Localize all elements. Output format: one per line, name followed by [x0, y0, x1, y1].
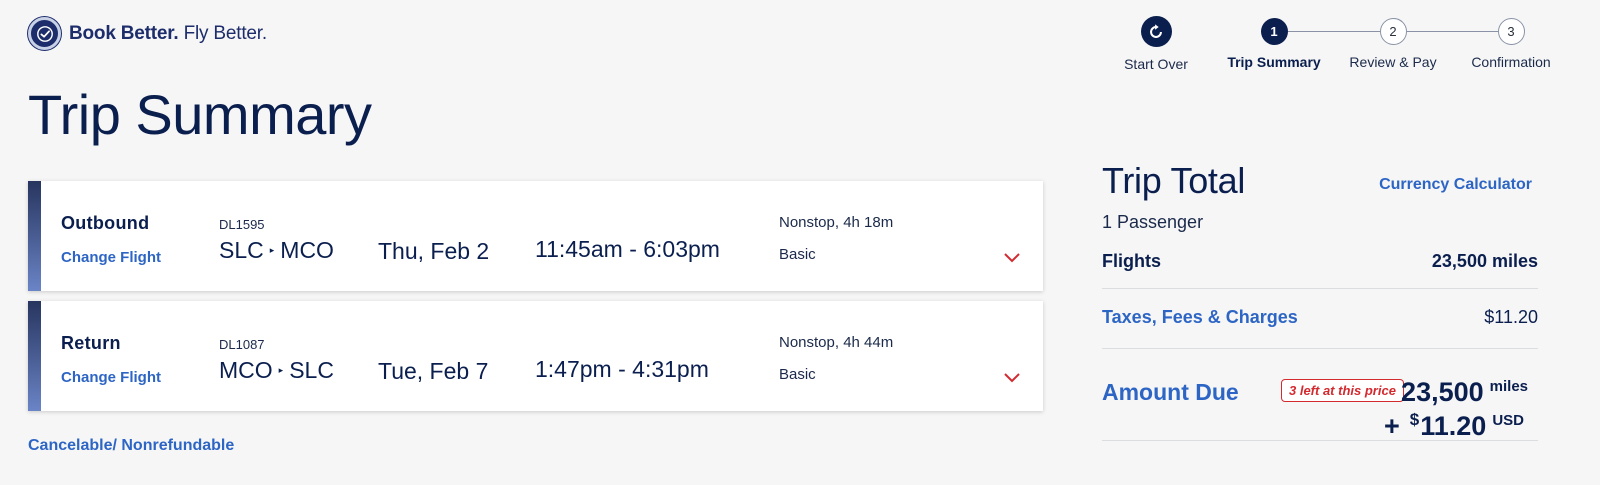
flight-number: DL1595: [219, 217, 265, 232]
amount-due-miles: 23,500 miles: [1401, 377, 1528, 408]
booking-stepper: Start Over 1 Trip Summary 2 Review & Pay…: [1100, 16, 1590, 86]
fare-class: Basic: [779, 366, 816, 383]
flight-card-outbound: Outbound Change Flight DL1595 SLC ▸ MCO …: [28, 181, 1043, 291]
brand-tagline: Book Better. Fly Better.: [69, 23, 267, 45]
restart-icon: [1140, 16, 1172, 47]
due-miles-value: 23,500: [1401, 377, 1484, 407]
step-label: Confirmation: [1471, 54, 1551, 70]
route-arrow-icon: ▸: [269, 245, 275, 255]
brand-tagline-bold: Book Better.: [69, 22, 179, 44]
step-number: 2: [1379, 18, 1407, 45]
destination-code: SLC: [289, 357, 334, 383]
flight-times: 1:47pm - 4:31pm: [535, 356, 709, 382]
start-over-button[interactable]: Start Over: [1116, 16, 1196, 72]
stops-duration: Nonstop, 4h 18m: [779, 214, 894, 231]
flight-number: DL1087: [219, 337, 265, 352]
flight-date: Tue, Feb 7: [378, 358, 489, 384]
checkmark-seal-icon: [28, 17, 61, 50]
cancel-policy-link[interactable]: Cancelable/ Nonrefundable: [28, 437, 234, 455]
due-usd-unit: USD: [1492, 412, 1524, 429]
amount-due-usd: + $11.20 USD: [1384, 410, 1524, 442]
route-arrow-icon: ▸: [278, 365, 284, 375]
due-currency-symbol: $: [1409, 410, 1420, 429]
flight-route: SLC ▸ MCO: [219, 237, 334, 264]
taxes-fees-value: $11.20: [1484, 307, 1538, 327]
step-number: 3: [1497, 18, 1525, 45]
trip-total-panel: Trip Total Currency Calculator 1 Passeng…: [1102, 160, 1538, 441]
leg-label: Outbound: [61, 213, 150, 233]
start-over-label: Start Over: [1124, 56, 1188, 72]
flights-cost-label: Flights: [1102, 251, 1161, 271]
change-flight-link[interactable]: Change Flight: [61, 369, 161, 386]
origin-code: SLC: [219, 237, 264, 263]
leg-label: Return: [61, 333, 121, 353]
step-label: Trip Summary: [1227, 54, 1321, 70]
passenger-count: 1 Passenger: [1102, 212, 1204, 232]
amount-due-row: Amount Due 3 left at this price 23,500 mi…: [1102, 349, 1538, 441]
taxes-fees-link[interactable]: Taxes, Fees & Charges: [1102, 307, 1298, 328]
step-trip-summary: 1 Trip Summary: [1214, 18, 1334, 70]
chevron-down-icon[interactable]: [1003, 371, 1021, 385]
currency-calculator-link[interactable]: Currency Calculator: [1379, 176, 1532, 194]
origin-code: MCO: [219, 357, 273, 383]
chevron-down-icon[interactable]: [1003, 251, 1021, 265]
flights-cost-row: Flights 23,500 miles: [1102, 241, 1538, 289]
step-review-pay: 2 Review & Pay: [1333, 18, 1453, 70]
page-title: Trip Summary: [28, 83, 372, 146]
scarcity-badge: 3 left at this price: [1281, 379, 1404, 402]
stops-duration: Nonstop, 4h 44m: [779, 334, 894, 351]
flights-cost-value: 23,500 miles: [1431, 251, 1538, 271]
brand-tagline-regular: Fly Better.: [178, 22, 268, 44]
step-confirmation: 3 Confirmation: [1451, 18, 1571, 70]
step-label: Review & Pay: [1349, 54, 1437, 70]
step-number: 1: [1260, 18, 1288, 45]
flight-date: Thu, Feb 2: [378, 238, 490, 264]
flight-card-return: Return Change Flight DL1087 MCO ▸ SLC Tu…: [28, 301, 1043, 411]
due-miles-unit: miles: [1489, 378, 1528, 395]
taxes-row: Taxes, Fees & Charges $11.20: [1102, 289, 1538, 349]
amount-due-label: Amount Due: [1102, 379, 1239, 405]
flight-route: MCO ▸ SLC: [219, 357, 334, 384]
destination-code: MCO: [280, 237, 334, 263]
change-flight-link[interactable]: Change Flight: [61, 249, 161, 266]
fare-class: Basic: [779, 246, 816, 263]
brand[interactable]: Book Better. Fly Better.: [28, 17, 267, 50]
due-plus-sign: +: [1384, 411, 1400, 441]
flight-times: 11:45am - 6:03pm: [535, 236, 720, 262]
due-usd-value: 11.20: [1420, 411, 1487, 441]
